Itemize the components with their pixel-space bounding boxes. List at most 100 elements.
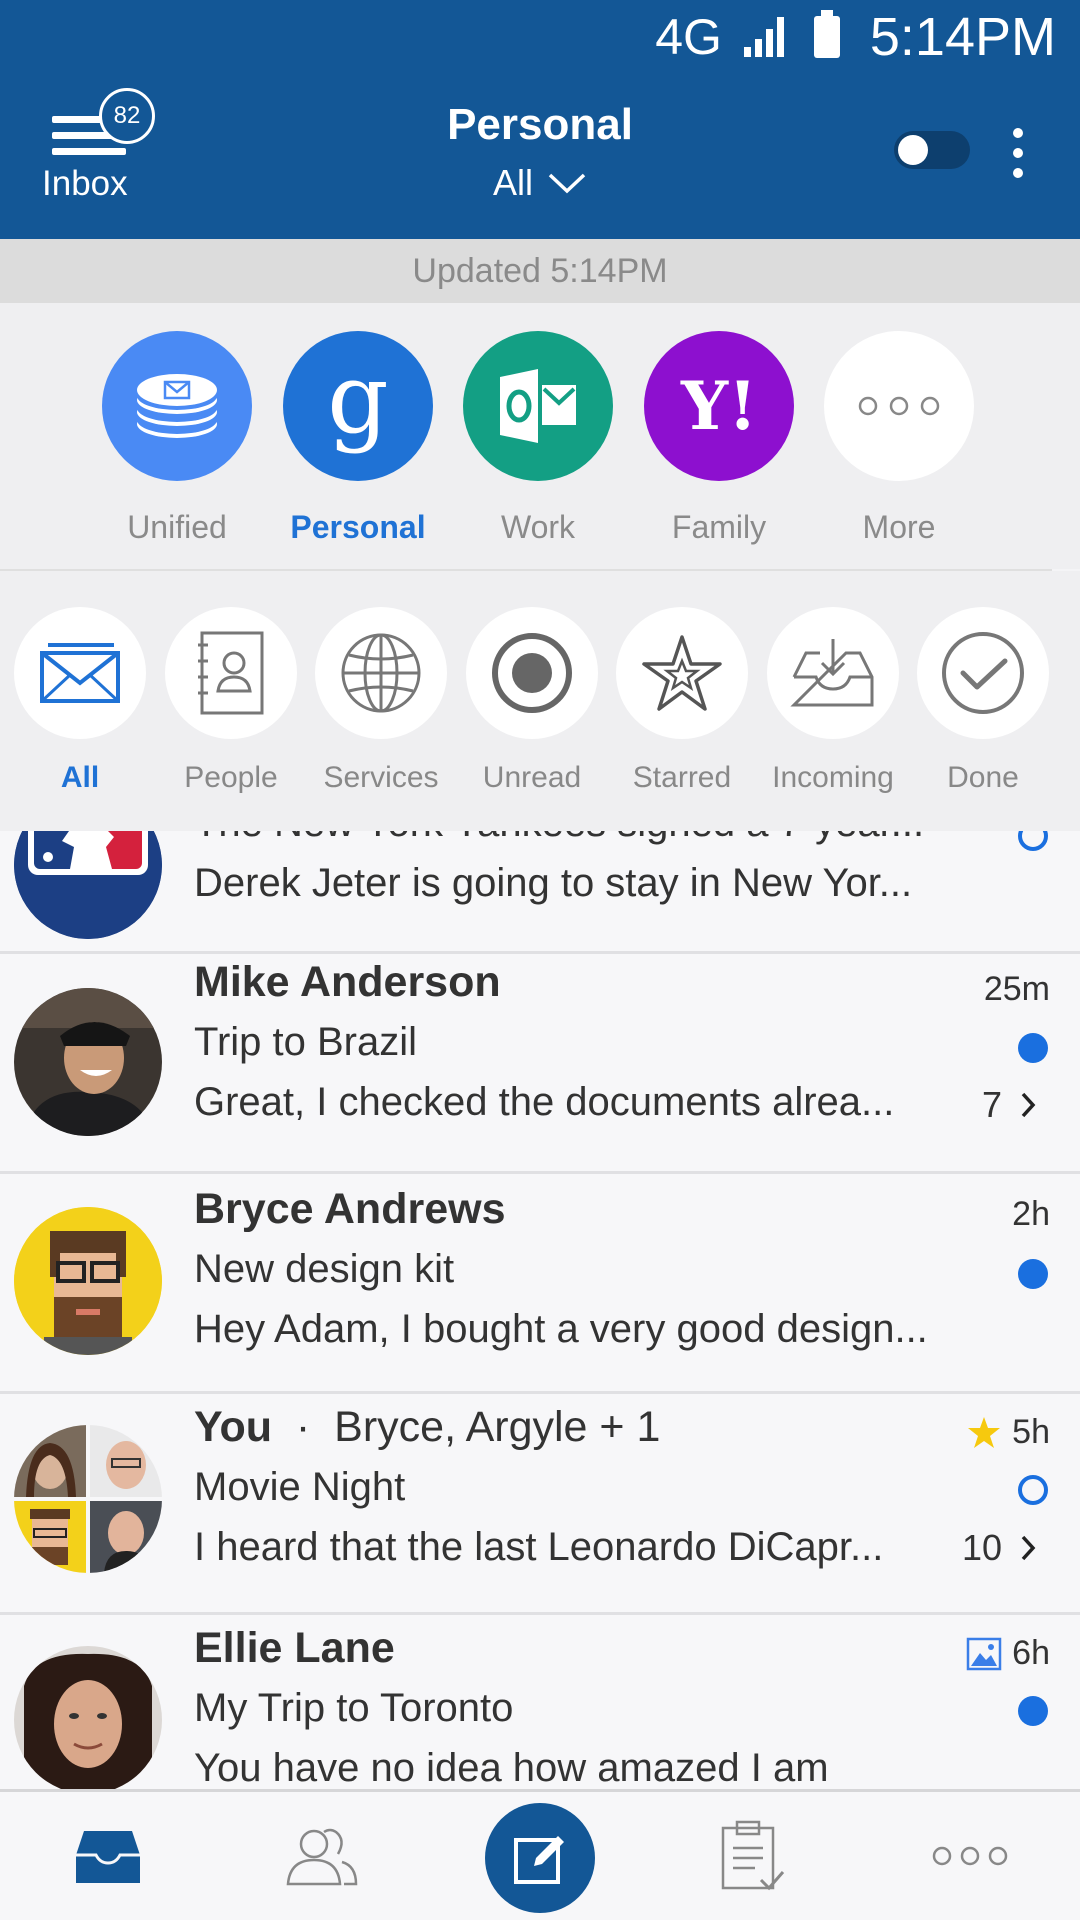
email-sender: You · Bryce, Argyle + 1 [194, 1403, 660, 1452]
email-time-label: 6h [1012, 1634, 1050, 1672]
account-label: Unified [127, 509, 227, 545]
email-sender: Ellie Lane [194, 1624, 395, 1672]
email-subject: My Trip to Toronto [194, 1686, 514, 1730]
compose-icon [514, 1836, 564, 1884]
filter-all[interactable]: All [14, 607, 146, 795]
account-more[interactable]: More [824, 331, 974, 546]
account-switcher: Unified g Personal Work Y! Family More [0, 303, 1080, 569]
thread-count-label: 7 [981, 1084, 1002, 1125]
incoming-icon [767, 607, 899, 739]
network-type: 4G [655, 9, 722, 65]
compose-button[interactable] [485, 1803, 595, 1913]
email-time-label: 5h [1012, 1413, 1050, 1451]
email-list: The New York Yankees signed a 7-year... … [0, 831, 1080, 1789]
filter-selector-label: All [492, 162, 533, 203]
account-label: Work [500, 509, 576, 545]
thread-count[interactable]: 10 [962, 1527, 1036, 1569]
filter-people[interactable]: People [165, 607, 297, 795]
unified-stack-icon [102, 331, 252, 481]
filter-label: Services [323, 761, 439, 794]
email-time: 5h [966, 1413, 1050, 1452]
envelope-icon [14, 607, 146, 739]
email-sender-name: You [194, 1403, 273, 1451]
filter-label: Done [947, 761, 1019, 794]
more-icon [824, 331, 974, 481]
account-label: Family [671, 509, 767, 545]
avatar [14, 831, 162, 939]
account-work[interactable]: Work [463, 331, 613, 546]
unread-icon [466, 607, 598, 739]
thread-count[interactable]: 7 [982, 1084, 1036, 1126]
account-label: Personal [290, 509, 426, 545]
toggle-knob [898, 135, 928, 165]
people-icon [286, 1828, 358, 1886]
email-row[interactable]: You · Bryce, Argyle + 1 Movie Night I he… [0, 1397, 1080, 1615]
email-row[interactable]: Mike Anderson Trip to Brazil Great, I ch… [0, 954, 1080, 1174]
focus-toggle[interactable] [894, 131, 970, 169]
google-icon: g [283, 331, 433, 481]
email-subject: Trip to Brazil [194, 1020, 418, 1064]
filter-starred[interactable]: Starred [616, 607, 748, 795]
email-preview: Hey Adam, I bought a very good design... [194, 1307, 928, 1351]
email-time: 25m [984, 970, 1050, 1009]
email-row[interactable]: The New York Yankees signed a 7-year... … [0, 831, 1080, 954]
filter-label: Incoming [772, 761, 894, 794]
contacts-tab[interactable] [262, 1792, 382, 1920]
email-row[interactable]: Bryce Andrews New design kit Hey Adam, I… [0, 1177, 1080, 1394]
overflow-menu-icon[interactable] [1006, 128, 1030, 178]
avatar [14, 988, 162, 1136]
tasks-tab[interactable] [692, 1792, 812, 1920]
avatar [14, 1207, 162, 1355]
inbox-tray-icon [76, 1831, 140, 1883]
read-status-indicator[interactable] [1018, 831, 1048, 851]
read-status-indicator[interactable] [1018, 1475, 1048, 1505]
clock: 5:14PM [869, 7, 1056, 67]
battery-icon [813, 10, 840, 58]
filter-done[interactable]: Done [917, 607, 1049, 795]
inbox-tab[interactable] [48, 1792, 168, 1920]
email-time-label: 25m [983, 970, 1050, 1008]
bottom-tab-bar [0, 1789, 1080, 1920]
email-preview: Great, I checked the documents alrea... [194, 1080, 895, 1124]
account-family[interactable]: Y! Family [644, 331, 794, 546]
email-subject: Movie Night [194, 1465, 406, 1509]
signal-icon [743, 17, 784, 57]
separator-dot: · [283, 1403, 323, 1451]
star-icon [616, 607, 748, 739]
filter-label: Starred [632, 761, 732, 794]
filter-unread[interactable]: Unread [466, 607, 598, 795]
unread-indicator[interactable] [1018, 1033, 1048, 1063]
email-subject: The New York Yankees signed a 7-year... [194, 831, 924, 846]
email-sender: Bryce Andrews [194, 1185, 506, 1233]
account-label: More [862, 509, 936, 545]
email-recipients: Bryce, Argyle + 1 [334, 1403, 661, 1451]
filter-label: All [60, 761, 100, 794]
yahoo-icon: Y! [644, 331, 794, 481]
app-header: 4G 5:14PM 82 Inbox Personal All [0, 0, 1080, 239]
clipboard-icon [721, 1820, 785, 1891]
account-unified[interactable]: Unified [102, 331, 252, 546]
globe-icon [315, 607, 447, 739]
email-row[interactable]: Ellie Lane My Trip to Toronto You have n… [0, 1618, 1080, 1789]
account-personal[interactable]: g Personal [283, 331, 433, 546]
email-subject: New design kit [194, 1247, 455, 1291]
email-time: 2h [1012, 1195, 1050, 1234]
unread-indicator[interactable] [1018, 1696, 1048, 1726]
more-icon [932, 1846, 1008, 1866]
filter-label: People [184, 761, 278, 794]
chevron-right-icon [1021, 1535, 1036, 1561]
more-tab[interactable] [910, 1792, 1030, 1920]
status-bar: 4G 5:14PM [655, 6, 1056, 68]
avatar-group [14, 1425, 162, 1573]
filter-bar: All People Services Unread Starred Incom… [0, 571, 1080, 831]
filter-selector[interactable]: All [493, 162, 587, 204]
outlook-icon [463, 331, 613, 481]
star-filled-icon [968, 1416, 1001, 1448]
filter-incoming[interactable]: Incoming [767, 607, 899, 795]
avatar [14, 1646, 162, 1789]
image-attachment-icon [966, 1637, 1002, 1670]
updated-status: Updated 5:14PM [0, 239, 1080, 303]
unread-indicator[interactable] [1018, 1259, 1048, 1289]
done-icon [917, 607, 1049, 739]
filter-services[interactable]: Services [315, 607, 447, 795]
